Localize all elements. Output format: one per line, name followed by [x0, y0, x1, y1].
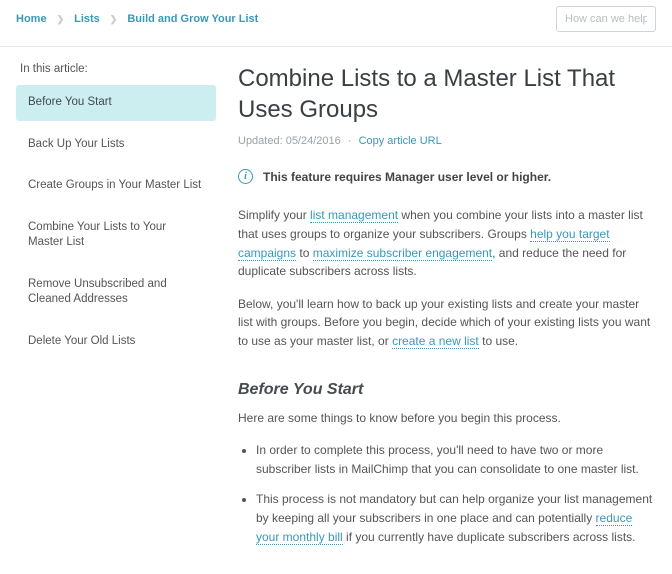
article-meta: Updated: 05/24/2016 · Copy article URL — [238, 135, 656, 147]
breadcrumb-home[interactable]: Home — [16, 13, 47, 25]
notice-text: This feature requires Manager user level… — [263, 170, 551, 184]
link-list-management[interactable]: list management — [310, 208, 398, 223]
info-icon: i — [238, 169, 253, 184]
before-you-start-list: In order to complete this process, you'l… — [238, 441, 656, 546]
breadcrumb-lists[interactable]: Lists — [74, 13, 100, 25]
intro-paragraph-2: Below, you'll learn how to back up your … — [238, 295, 656, 351]
section-before-you-start: Before You Start — [238, 381, 656, 399]
topbar: Home ❯ Lists ❯ Build and Grow Your List — [0, 0, 672, 47]
toc-item-delete-old-lists[interactable]: Delete Your Old Lists — [16, 324, 216, 360]
chevron-right-icon: ❯ — [110, 14, 118, 25]
main: Combine Lists to a Master List That Uses… — [216, 63, 656, 558]
toc-item-remove-unsubscribed[interactable]: Remove Unsubscribed and Cleaned Addresse… — [16, 267, 216, 318]
updated-date: Updated: 05/24/2016 — [238, 135, 341, 147]
toc-item-before-you-start[interactable]: Before You Start — [16, 85, 216, 121]
page-title: Combine Lists to a Master List That Uses… — [238, 63, 656, 125]
toc-item-back-up-your-lists[interactable]: Back Up Your Lists — [16, 127, 216, 163]
sidebar-title: In this article: — [16, 63, 216, 85]
list-item: This process is not mandatory but can he… — [256, 490, 656, 546]
copy-article-url[interactable]: Copy article URL — [359, 135, 442, 147]
meta-separator: · — [348, 135, 352, 147]
intro-paragraph-1: Simplify your list management when you c… — [238, 206, 656, 280]
toc-item-combine-lists[interactable]: Combine Your Lists to Your Master List — [16, 210, 216, 261]
search-input[interactable] — [556, 6, 656, 32]
breadcrumb-current[interactable]: Build and Grow Your List — [127, 13, 258, 25]
section1-intro: Here are some things to know before you … — [238, 409, 656, 428]
breadcrumb: Home ❯ Lists ❯ Build and Grow Your List — [16, 13, 258, 25]
link-create-new-list[interactable]: create a new list — [392, 334, 479, 349]
chevron-right-icon: ❯ — [57, 14, 65, 25]
link-maximize-engagement[interactable]: maximize subscriber engagement — [313, 246, 492, 261]
toc-item-create-groups[interactable]: Create Groups in Your Master List — [16, 168, 216, 204]
sidebar: In this article: Before You Start Back U… — [16, 63, 216, 558]
feature-notice: i This feature requires Manager user lev… — [238, 169, 656, 184]
content: In this article: Before You Start Back U… — [0, 47, 672, 574]
list-item: In order to complete this process, you'l… — [256, 441, 656, 478]
